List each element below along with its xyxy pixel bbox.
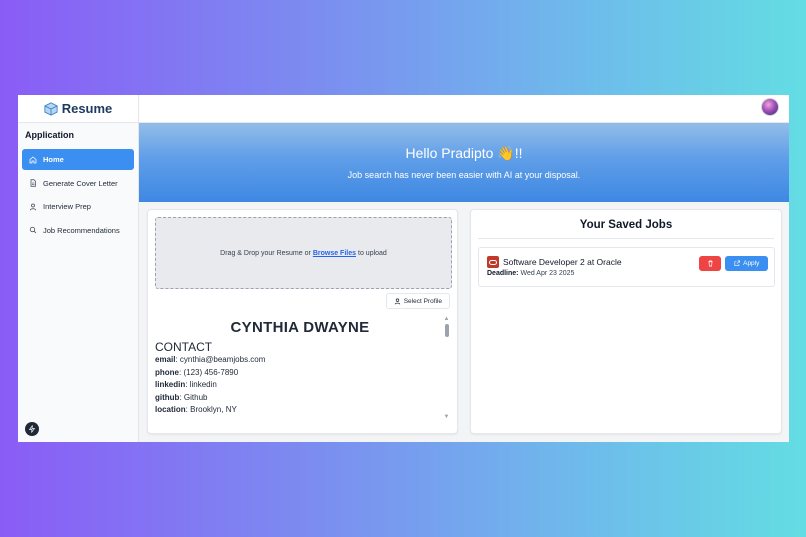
brand[interactable]: Resume <box>18 95 138 123</box>
saved-job-item: Software Developer 2 at Oracle Deadline:… <box>478 247 775 287</box>
resume-preview[interactable]: CYNTHIA DWAYNE CONTACT email: cynthia@be… <box>155 316 445 428</box>
sidebar-item-home[interactable]: Home <box>22 149 134 170</box>
resume-name: CYNTHIA DWAYNE <box>230 319 370 336</box>
sidebar-item-interview-prep[interactable]: Interview Prep <box>22 196 134 217</box>
divider <box>478 238 774 239</box>
select-profile-label: Select Profile <box>403 297 442 305</box>
app-window: Resume Application Home Generate Cover L… <box>18 95 789 442</box>
browse-files-link[interactable]: Browse Files <box>313 250 356 257</box>
select-profile-button[interactable]: Select Profile <box>385 293 450 309</box>
external-link-icon <box>734 260 740 267</box>
resume-contact-line: phone: (123) 456-7890 <box>155 367 239 377</box>
trash-icon <box>707 260 713 267</box>
job-deadline: Deadline: Wed Apr 23 2025 <box>487 270 575 277</box>
sidebar-item-label: Interview Prep <box>43 202 91 211</box>
dropzone-text-after: to upload <box>358 249 387 257</box>
job-title: Software Developer 2 at Oracle <box>503 257 622 267</box>
resume-contact-line: location: Brooklyn, NY <box>155 405 237 415</box>
document-icon <box>30 179 36 187</box>
resume-section-heading: CONTACT <box>155 340 213 354</box>
resume-contact-line: email: cynthia@beamjobs.com <box>155 355 266 364</box>
saved-jobs-card: Your Saved Jobs Software Developer 2 at … <box>470 209 782 434</box>
sidebar-item-generate-cover-letter[interactable]: Generate Cover Letter <box>22 173 134 194</box>
sidebar-item-job-recommendations[interactable]: Job Recommendations <box>22 220 134 241</box>
greeting-subtitle: Job search has never been easier with AI… <box>347 170 581 180</box>
sidebar-item-label: Job Recommendations <box>43 225 120 235</box>
brand-name: Resume <box>61 101 113 116</box>
dropzone-text: Drag & Drop your Resume or <box>220 249 311 257</box>
hero-banner: Hello Pradipto 👋!! Job search has never … <box>139 123 789 202</box>
scroll-up-arrow-icon[interactable]: ▲ <box>443 316 450 323</box>
user-icon <box>29 203 37 210</box>
oracle-logo-icon <box>487 256 499 268</box>
sidebar-nav: Home Generate Cover Letter Interview Pre… <box>18 149 138 241</box>
saved-jobs-title: Your Saved Jobs <box>579 219 673 231</box>
apply-button[interactable]: Apply <box>725 256 768 271</box>
resume-card: Drag & Drop your Resume or Browse Files … <box>147 209 458 434</box>
resume-contact-line: linkedin: linkedin <box>155 380 217 390</box>
lightning-icon <box>28 425 36 433</box>
scroll-down-arrow-icon[interactable]: ▼ <box>443 414 450 421</box>
search-icon <box>29 226 37 234</box>
home-icon <box>29 155 37 163</box>
quick-action-button[interactable] <box>25 422 39 436</box>
top-bar <box>139 95 789 123</box>
sidebar-section-title: Application <box>25 130 74 140</box>
cube-logo-icon <box>44 101 58 116</box>
sidebar-item-label: Generate Cover Letter <box>43 178 118 188</box>
resume-contact-line: github: Github <box>155 392 208 402</box>
apply-label: Apply <box>743 260 760 267</box>
resume-scrollbar[interactable]: ▲ ▼ <box>443 316 450 421</box>
scroll-thumb[interactable] <box>444 324 449 337</box>
main-content: Hello Pradipto 👋!! Job search has never … <box>139 95 789 442</box>
greeting-title: Hello Pradipto 👋!! <box>405 145 523 161</box>
resume-dropzone[interactable]: Drag & Drop your Resume or Browse Files … <box>155 217 452 289</box>
user-icon <box>394 298 400 304</box>
sidebar-item-label: Home <box>43 155 64 164</box>
user-avatar[interactable] <box>761 98 779 116</box>
delete-job-button[interactable] <box>699 256 721 271</box>
sidebar: Resume Application Home Generate Cover L… <box>18 95 139 442</box>
